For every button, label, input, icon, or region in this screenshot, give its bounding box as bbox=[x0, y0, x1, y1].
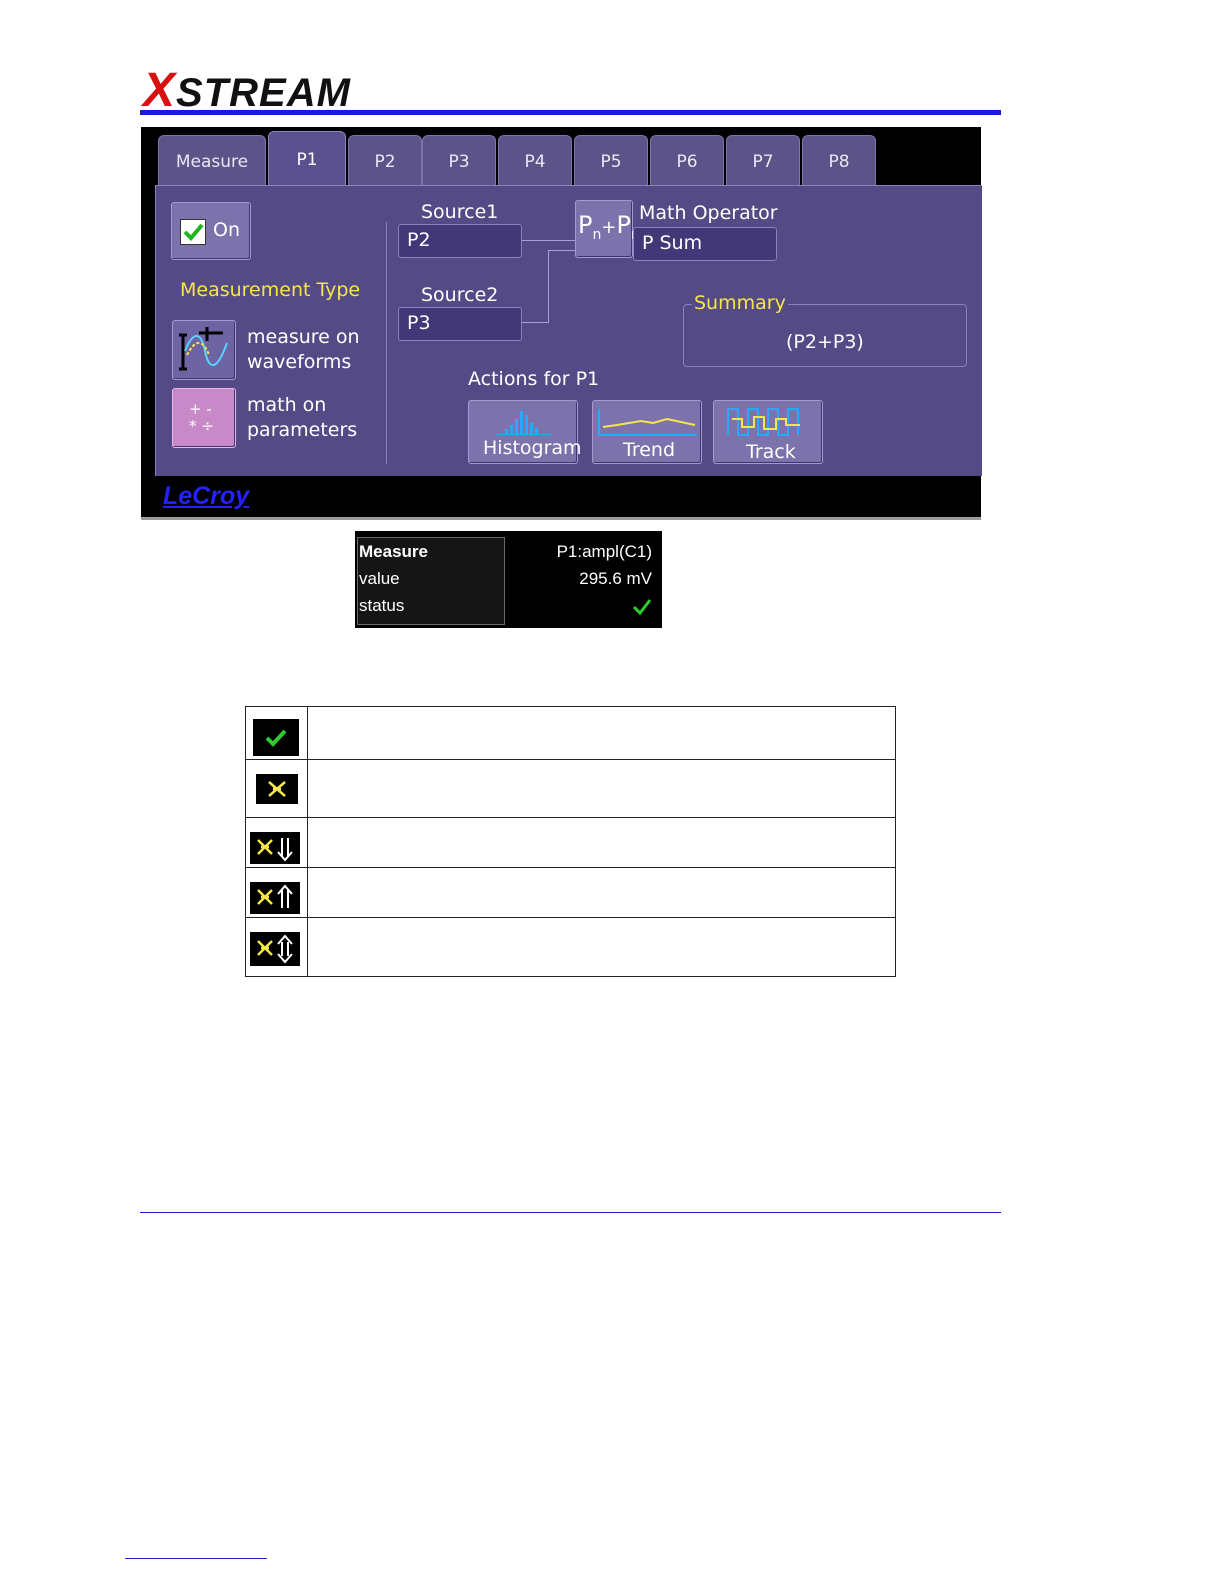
summary-value: (P2+P3) bbox=[786, 331, 864, 353]
connector-operator bbox=[548, 250, 576, 251]
math-operator-button[interactable]: Pn+Pm bbox=[575, 200, 645, 258]
tab-p4[interactable]: P4 bbox=[498, 135, 572, 187]
footer-rule bbox=[140, 1212, 1001, 1213]
math-on-label: math on bbox=[247, 394, 327, 416]
trend-button[interactable]: Trend bbox=[592, 400, 702, 464]
check-icon bbox=[183, 223, 204, 241]
connector-source2 bbox=[522, 322, 549, 323]
measure-row-label: Measure bbox=[359, 542, 428, 561]
math-operator-field[interactable]: P Sum bbox=[633, 227, 777, 261]
table-row bbox=[246, 917, 895, 977]
warning-cross-icon bbox=[256, 774, 298, 804]
tab-p2[interactable]: P2 bbox=[348, 135, 422, 187]
table-row bbox=[246, 759, 895, 818]
tab-p8[interactable]: P8 bbox=[802, 135, 876, 187]
math-operators-icon: + - * ÷ bbox=[189, 400, 214, 435]
header-rule bbox=[140, 110, 1001, 115]
connector-source1 bbox=[522, 240, 576, 241]
green-check-icon bbox=[253, 719, 299, 756]
source1-label: Source1 bbox=[421, 201, 499, 223]
tab-p5[interactable]: P5 bbox=[574, 135, 648, 187]
on-label: On bbox=[213, 219, 240, 241]
math-on-parameters-button[interactable]: + - * ÷ bbox=[172, 388, 236, 448]
measure-on-label: measure on bbox=[247, 326, 360, 348]
value-row-label: value bbox=[359, 569, 400, 588]
table-row bbox=[246, 867, 895, 918]
footnote-rule bbox=[125, 1558, 267, 1559]
measure-on-waveforms-button[interactable] bbox=[172, 320, 236, 380]
waveforms-label: waveforms bbox=[247, 351, 352, 373]
tab-p7[interactable]: P7 bbox=[726, 135, 800, 187]
p1-panel: On Measurement Type measure on waveforms… bbox=[155, 185, 982, 476]
trend-label: Trend bbox=[623, 439, 675, 461]
summary-box: Summary (P2+P3) bbox=[683, 292, 967, 367]
tab-p1[interactable]: P1 bbox=[268, 131, 346, 187]
waveform-measure-icon bbox=[179, 327, 228, 371]
summary-label: Summary bbox=[692, 292, 788, 314]
xstream-logo: XSTREAM bbox=[143, 67, 443, 115]
measure-readout: Measure P1:ampl(C1) value 295.6 mV statu… bbox=[355, 531, 662, 628]
histogram-icon bbox=[497, 411, 551, 435]
lecroy-logo: LeCroy bbox=[163, 482, 250, 510]
checkbox-box bbox=[180, 219, 206, 245]
trend-icon bbox=[598, 409, 697, 436]
status-row-label: status bbox=[359, 596, 405, 615]
measurement-type-label: Measurement Type bbox=[180, 279, 361, 301]
source2-label: Source2 bbox=[421, 284, 499, 306]
parameters-label: parameters bbox=[247, 419, 358, 441]
histogram-label: Histogram bbox=[483, 437, 582, 459]
actions-label: Actions for P1 bbox=[468, 368, 600, 390]
source1-field[interactable]: P2 bbox=[398, 224, 522, 258]
source2-field[interactable]: P3 bbox=[398, 307, 522, 341]
status-icon-table bbox=[245, 706, 896, 977]
warning-cross-up-arrow-icon bbox=[250, 882, 300, 914]
tab-measure[interactable]: Measure bbox=[158, 135, 266, 187]
on-checkbox[interactable]: On bbox=[171, 202, 251, 260]
tab-p6[interactable]: P6 bbox=[650, 135, 724, 187]
track-label: Track bbox=[746, 441, 796, 463]
panel-divider bbox=[386, 222, 387, 464]
histogram-button[interactable]: Histogram bbox=[468, 400, 582, 464]
track-button[interactable]: Track bbox=[713, 400, 823, 464]
track-icon bbox=[727, 408, 800, 436]
math-operator-label: Math Operator bbox=[639, 202, 778, 224]
warning-cross-down-arrow-icon bbox=[250, 832, 300, 864]
status-check-icon bbox=[632, 599, 652, 616]
warning-cross-updown-arrow-icon bbox=[250, 932, 300, 966]
logo-wordmark: STREAM bbox=[176, 71, 351, 115]
connector-vertical bbox=[548, 250, 549, 323]
table-row bbox=[246, 817, 895, 868]
value-row-value: 295.6 mV bbox=[579, 569, 652, 588]
measure-dialog: Measure P1 P2 P3 P4 P5 P6 P7 P8 On Measu… bbox=[141, 127, 982, 520]
measure-row-value: P1:ampl(C1) bbox=[556, 542, 652, 561]
table-row bbox=[246, 707, 895, 759]
tab-p3[interactable]: P3 bbox=[422, 135, 496, 187]
dialog-bottom-edge bbox=[141, 517, 981, 520]
